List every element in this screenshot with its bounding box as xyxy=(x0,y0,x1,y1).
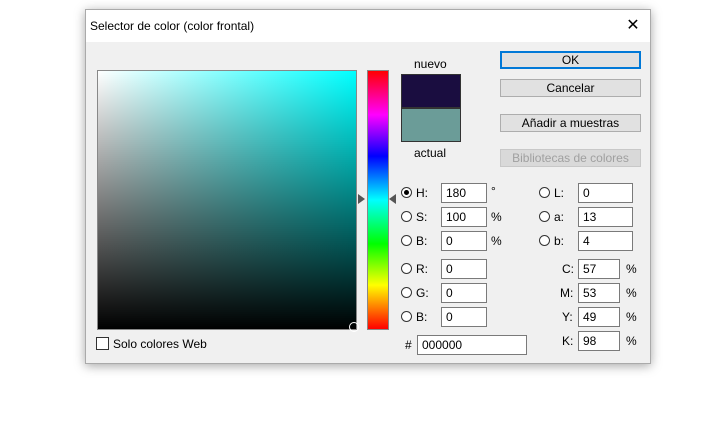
color-field[interactable] xyxy=(97,70,359,332)
cyan-input[interactable] xyxy=(578,259,620,279)
hue-unit: ° xyxy=(491,184,496,198)
cyan-label: C: xyxy=(562,262,574,276)
saturation-unit: % xyxy=(491,210,502,224)
yellow-label: Y: xyxy=(562,310,573,324)
hue-label: H: xyxy=(416,186,428,200)
magenta-label: M: xyxy=(560,286,574,300)
key-input[interactable] xyxy=(578,331,620,351)
blue-label: B: xyxy=(416,310,428,324)
green-radio[interactable] xyxy=(401,287,412,298)
cyan-unit: % xyxy=(626,262,637,276)
key-unit: % xyxy=(626,334,637,348)
red-radio[interactable] xyxy=(401,263,412,274)
yellow-input[interactable] xyxy=(578,307,620,327)
color-field-marker[interactable] xyxy=(349,322,359,332)
title-bar: Selector de color (color frontal) ✕ xyxy=(86,10,650,42)
green-input[interactable] xyxy=(441,283,487,303)
brightness-radio[interactable] xyxy=(401,235,412,246)
add-to-swatches-button[interactable]: Añadir a muestras xyxy=(500,114,641,132)
magenta-input[interactable] xyxy=(578,283,620,303)
hex-input[interactable] xyxy=(417,335,527,355)
new-color-label: nuevo xyxy=(414,57,447,71)
brightness-label: B: xyxy=(416,234,428,248)
key-label: K: xyxy=(562,334,574,348)
hue-slider-left-arrow-icon[interactable] xyxy=(358,194,365,204)
lab-b-label: b: xyxy=(554,234,565,248)
lightness-label: L: xyxy=(554,186,565,200)
hue-slider[interactable] xyxy=(367,70,389,330)
lab-b-input[interactable] xyxy=(578,231,633,251)
red-input[interactable] xyxy=(441,259,487,279)
current-color-label: actual xyxy=(414,146,447,160)
hue-input[interactable] xyxy=(441,183,487,203)
blue-input[interactable] xyxy=(441,307,487,327)
window-title: Selector de color (color frontal) xyxy=(90,19,255,33)
blue-radio[interactable] xyxy=(401,311,412,322)
web-colors-only-checkbox[interactable] xyxy=(96,337,109,350)
saturation-input[interactable] xyxy=(441,207,487,227)
hue-radio[interactable] xyxy=(401,187,412,198)
green-label: G: xyxy=(416,286,429,300)
hex-label: # xyxy=(405,338,412,352)
close-icon[interactable]: ✕ xyxy=(622,16,644,36)
current-color-swatch[interactable] xyxy=(401,108,461,142)
yellow-unit: % xyxy=(626,310,637,324)
new-color-swatch xyxy=(401,74,461,108)
brightness-unit: % xyxy=(491,234,502,248)
brightness-input[interactable] xyxy=(441,231,487,251)
lightness-input[interactable] xyxy=(578,183,633,203)
hue-slider-right-arrow-icon[interactable] xyxy=(389,194,396,204)
saturation-radio[interactable] xyxy=(401,211,412,222)
red-label: R: xyxy=(416,262,428,276)
lab-a-label: a: xyxy=(554,210,565,224)
cancel-button[interactable]: Cancelar xyxy=(500,79,641,97)
color-picker-dialog: Selector de color (color frontal) ✕ nuev… xyxy=(85,9,651,364)
saturation-label: S: xyxy=(416,210,428,224)
lightness-radio[interactable] xyxy=(539,187,550,198)
lab-a-radio[interactable] xyxy=(539,211,550,222)
web-colors-only-label: Solo colores Web xyxy=(113,337,207,351)
lab-b-radio[interactable] xyxy=(539,235,550,246)
color-libraries-button: Bibliotecas de colores xyxy=(500,149,641,167)
ok-button[interactable]: OK xyxy=(500,51,641,69)
magenta-unit: % xyxy=(626,286,637,300)
lab-a-input[interactable] xyxy=(578,207,633,227)
